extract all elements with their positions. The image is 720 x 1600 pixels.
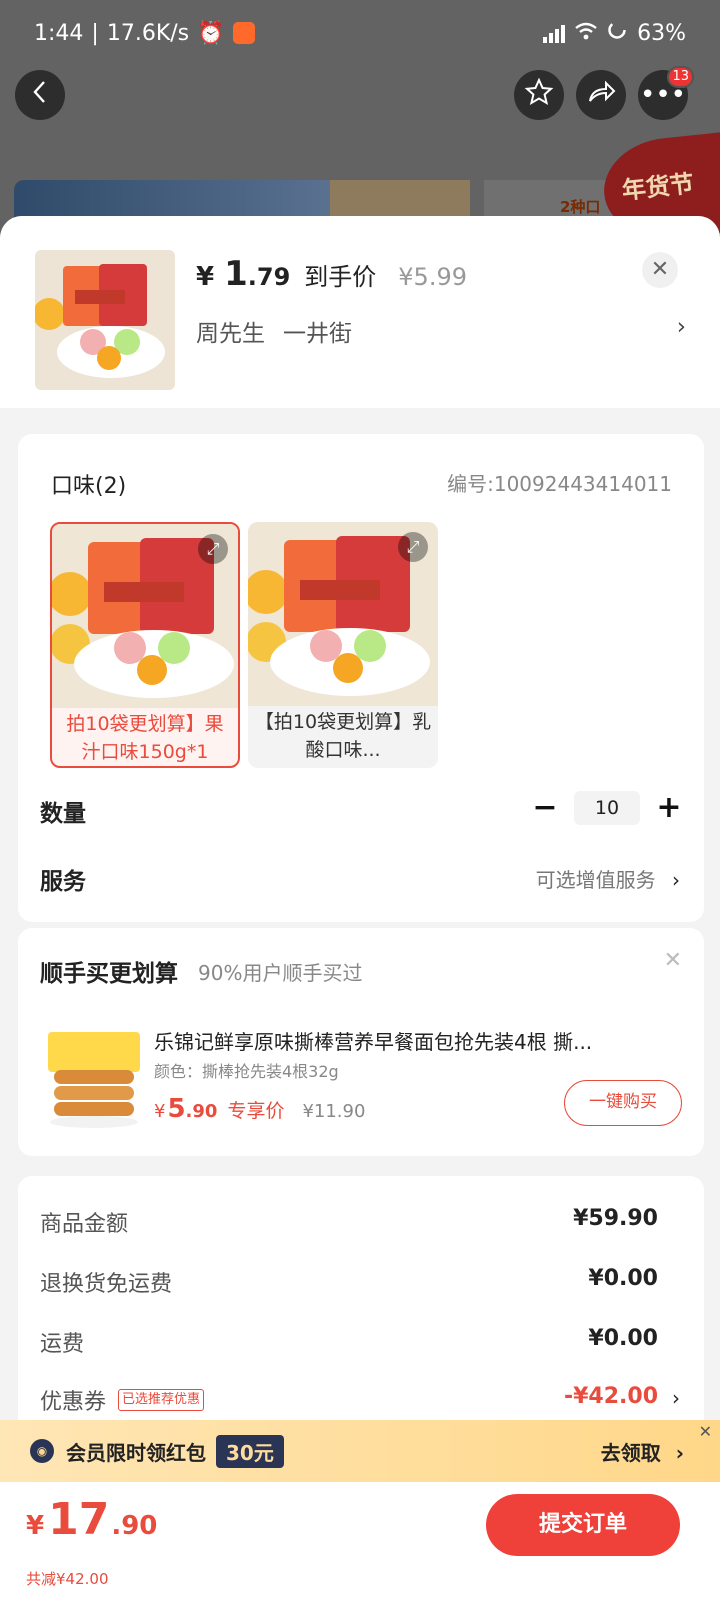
star-icon [524,77,554,114]
flavor-option-fruit[interactable]: ⤢ 拍10袋更划算】果汁口味150g*1 [50,522,240,768]
member-banner-amount: 30元 [216,1434,284,1468]
address-row[interactable]: 周先生 一井街 › [196,314,686,348]
product-thumbnail[interactable] [35,250,175,390]
status-bar: 1:44 | 17.6K/s ⏰ 63% [34,20,686,46]
submit-order-button[interactable]: 提交订单 [486,1494,680,1556]
member-banner-text: 会员限时领红包 [66,1440,206,1465]
one-click-buy-button[interactable]: 一键购买 [564,1080,682,1126]
coupon-tag: 已选推荐优惠 [118,1389,205,1411]
upsell-price-symbol: ¥ [154,1101,166,1122]
signal-icon [543,23,566,43]
upsell-card: 顺手买更划算 90%用户顺手买过 ✕ 乐锦记鲜享原味撕棒营养早餐面包抢先装4根 … [18,928,704,1156]
more-badge: 13 [667,66,694,88]
flavor-title: 口味(2) [51,474,127,499]
total-symbol: ¥ [26,1511,45,1541]
price-decimal: .79 [247,263,291,291]
upsell-original-price: ¥11.90 [302,1101,366,1122]
price-row: ¥ 1 .79 到手价 ¥5.99 [196,254,467,294]
chevron-right-icon: › [672,1386,680,1410]
app-notification-icon [232,22,255,44]
member-red-packet-banner[interactable]: ◉ 会员限时领红包 30元 去领取 › ✕ [0,1420,720,1482]
flavor-option-label: 拍10袋更划算】果汁口味150g*1 [66,713,224,763]
upsell-title: 顺手买更划算 [40,961,178,987]
share-button[interactable] [576,70,626,120]
close-icon: ✕ [650,257,670,282]
background-caption: 2种口 [560,198,601,216]
summary-value: ¥0.00 [588,1326,658,1351]
flavor-card: 口味(2) 编号:10092443414011 ⤢ 拍10袋更划算】果汁口味15… [18,434,704,922]
wifi-icon [575,21,597,46]
banner-close-icon[interactable]: ✕ [699,1422,712,1441]
alarm-icon: ⏰ [197,20,225,46]
summary-value: ¥59.90 [573,1206,658,1231]
upsell-product-name[interactable]: 乐锦记鲜享原味撕棒营养早餐面包抢先装4根 撕... [154,1026,654,1055]
minus-button[interactable]: − [532,790,558,825]
checkout-bar: ¥ 17 .90 共减¥42.00 提交订单 [0,1482,720,1600]
expand-icon[interactable]: ⤢ [398,532,428,562]
chevron-left-icon [30,79,50,112]
back-button[interactable] [15,70,65,120]
upsell-price-integer: 5 [167,1094,186,1124]
summary-row: 运费 ¥0.00 [40,1326,658,1358]
upsell-subtitle: 90%用户顺手买过 [198,961,363,985]
summary-label: 运费 [40,1332,85,1357]
chevron-right-icon: › [676,314,686,340]
quantity-input[interactable]: 10 [574,790,640,825]
total-discount: 共减¥42.00 [26,1570,109,1588]
claim-button[interactable]: 去领取 › [601,1437,684,1466]
claim-label: 去领取 [600,1440,661,1465]
purchase-sheet: ¥ 1 .79 到手价 ¥5.99 ✕ 周先生 一井街 › 口味(2) 编号:1… [0,216,720,1600]
battery-percent: 63% [637,20,686,46]
upsell-product-color: 颜色：撕棒抢先装4根32g [154,1062,339,1081]
summary-row: 退换货免运费 ¥0.00 [40,1266,658,1298]
upsell-product-image[interactable] [40,1024,148,1132]
total-decimal: .90 [111,1511,158,1541]
summary-row: 商品金额 ¥59.90 [40,1206,658,1238]
address-street: 一井街 [283,321,352,347]
service-value: 可选增值服务 [535,868,656,892]
total-integer: 17 [48,1494,110,1545]
quantity-label: 数量 [40,801,86,827]
price-symbol: ¥ [196,262,215,292]
status-network-speed: 17.6K/s [106,20,190,46]
status-time: 1:44 [34,20,84,46]
share-icon [586,79,616,112]
more-button[interactable]: ••• 13 [638,66,694,120]
service-label: 服务 [40,869,86,895]
upsell-price-row: ¥ 5 .90 专享价 ¥11.90 [154,1094,365,1124]
favorite-button[interactable] [514,70,564,120]
member-icon: ◉ [30,1439,54,1463]
flavor-option-label: 【拍10袋更划算】乳酸口味... [254,711,432,761]
battery-icon [607,20,627,46]
chevron-right-icon: › [672,868,680,892]
upsell-close-icon[interactable]: ✕ [664,948,682,973]
summary-label: 退换货免运费 [40,1272,173,1297]
coupon-row[interactable]: 优惠券 已选推荐优惠 -¥42.00 [40,1384,658,1416]
close-button[interactable]: ✕ [642,252,678,288]
upsell-price-decimal: .90 [185,1101,218,1122]
flavor-option-lactic[interactable]: ⤢ 【拍10袋更划算】乳酸口味... [248,522,438,768]
plus-button[interactable]: + [656,790,682,825]
coupon-value: -¥42.00 [563,1384,658,1409]
summary-value: ¥0.00 [588,1266,658,1291]
expand-icon[interactable]: ⤢ [198,534,228,564]
summary-label: 商品金额 [40,1212,129,1237]
service-selector[interactable]: 可选增值服务 › [536,864,680,893]
sheet-header: ¥ 1 .79 到手价 ¥5.99 ✕ 周先生 一井街 › [0,216,720,408]
chevron-right-icon: › [675,1440,684,1465]
address-name: 周先生 [196,321,265,347]
original-price: ¥5.99 [398,263,467,291]
product-code: 编号:10092443414011 [447,472,672,496]
upsell-price-tag: 专享价 [227,1100,285,1122]
total-price: ¥ 17 .90 [26,1494,157,1545]
price-integer: 1 [224,254,248,294]
summary-label: 优惠券 [40,1390,107,1415]
price-label: 到手价 [304,263,377,291]
quantity-stepper: − 10 + [532,790,682,825]
